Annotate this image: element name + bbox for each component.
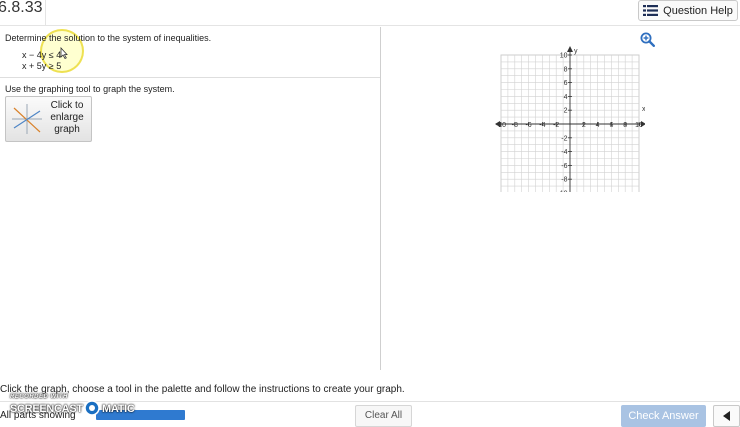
- x-tick-label: 8: [623, 122, 627, 129]
- problem-id: 6.8.33: [0, 0, 43, 16]
- x-tick-label: -10: [496, 122, 506, 129]
- y-tick-label: -2: [561, 135, 567, 142]
- graph-instruction: Use the graphing tool to graph the syste…: [5, 84, 175, 94]
- y-tick-label: -4: [561, 149, 567, 156]
- next-button[interactable]: [713, 405, 740, 427]
- x-tick-label: 2: [582, 122, 586, 129]
- header-divider: [45, 0, 46, 25]
- x-tick-label: 10: [635, 122, 643, 129]
- enlarge-graph-button[interactable]: Click to enlarge graph: [5, 96, 92, 142]
- y-tick-label: 2: [564, 108, 568, 115]
- triangle-left-icon: [722, 411, 730, 421]
- y-tick-label: -10: [557, 191, 567, 193]
- y-tick-label: -8: [561, 177, 567, 184]
- coordinate-graph[interactable]: x y -10 -10 -8 -8 -6 -6 -4 -4 -2-2 2 2 4 4 6 6 8 8 10 10: [495, 32, 645, 192]
- watermark-brand-right: MATIC: [102, 403, 135, 415]
- inequality-2: x + 5y ≥ 5: [22, 61, 62, 71]
- section-divider: [0, 77, 380, 78]
- y-tick-label: 10: [560, 53, 568, 60]
- x-tick-label: 4: [596, 122, 600, 129]
- y-tick-label: 8: [564, 66, 568, 73]
- inequality-1: x − 4y ≤ 4: [22, 50, 62, 60]
- mouse-cursor-icon: [60, 47, 68, 59]
- question-help-button[interactable]: Question Help: [638, 0, 738, 21]
- check-answer-button[interactable]: Check Answer: [621, 405, 706, 427]
- list-icon: [643, 5, 659, 16]
- screencast-logo-icon: [84, 400, 100, 416]
- watermark-brand-left: SCREENCAST: [10, 403, 83, 415]
- inequality-system: x − 4y ≤ 4 x + 5y ≥ 5: [22, 50, 61, 72]
- y-tick-label: 6: [564, 80, 568, 87]
- graph-thumbnail-icon: [12, 104, 42, 134]
- x-tick-label: -4: [539, 122, 545, 129]
- x-tick-label: -8: [512, 122, 518, 129]
- header: 6.8.33 Question Help: [0, 0, 740, 26]
- question-prompt: Determine the solution to the system of …: [5, 33, 212, 43]
- y-tick-label: 4: [564, 94, 568, 101]
- question-help-label: Question Help: [663, 4, 733, 17]
- y-axis-arrow-up: [567, 46, 573, 52]
- y-tick-label: -6: [561, 163, 567, 170]
- x-tick-label: -6: [525, 122, 531, 129]
- center-divider: [380, 27, 381, 370]
- clear-all-button[interactable]: Clear All: [355, 405, 412, 427]
- y-axis-label: y: [574, 48, 578, 55]
- question-panel: Determine the solution to the system of …: [0, 27, 380, 370]
- screencast-watermark: RECORDED WITH SCREENCAST MATIC: [10, 394, 140, 420]
- x-tick-label: 6: [609, 122, 613, 129]
- x-tick-label: -2: [553, 122, 559, 129]
- enlarge-graph-label: Click to enlarge graph: [50, 100, 84, 135]
- watermark-recorded-text: RECORDED WITH: [10, 394, 68, 400]
- x-axis-label: x: [642, 106, 645, 113]
